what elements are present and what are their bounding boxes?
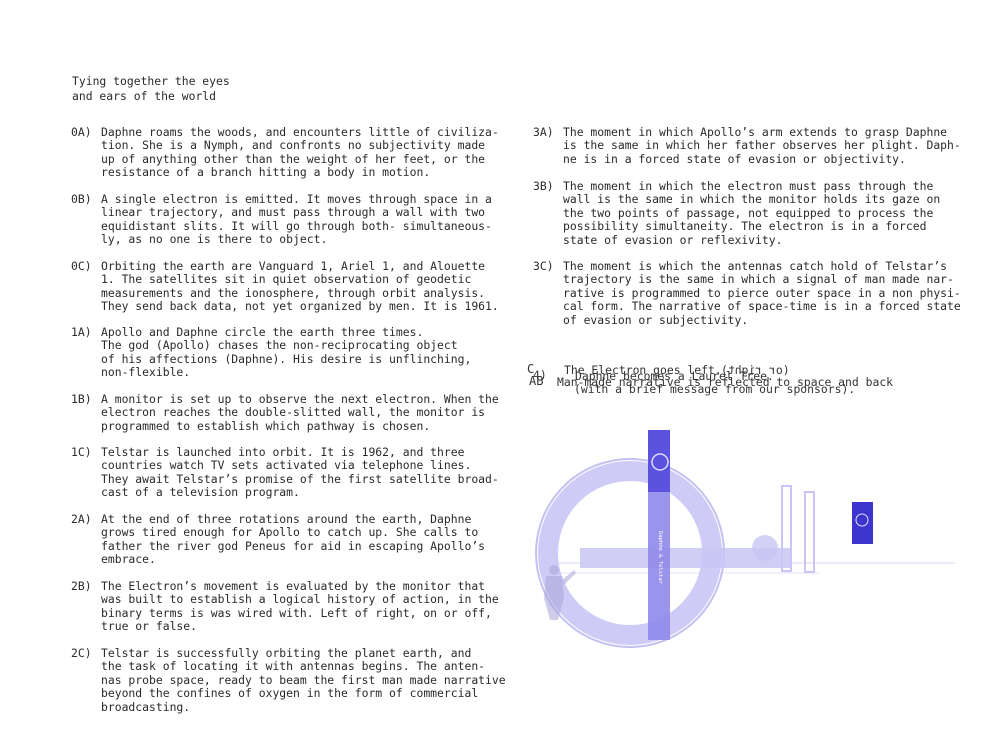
entry-label: 3B) <box>533 179 554 193</box>
entry-3c: 3C) The moment is which the antennas cat… <box>533 259 961 327</box>
entry-0c: 0C) Orbiting the earth are Vanguard 1, A… <box>71 259 499 314</box>
entry-text: A single electron is emitted. It moves t… <box>101 192 492 247</box>
entry-0b: 0B) A single electron is emitted. It mov… <box>71 192 492 247</box>
entry-1a: 1A) Apollo and Daphne circle the earth t… <box>71 325 472 380</box>
entry-text: Orbiting the earth are Vanguard 1, Ariel… <box>101 259 499 314</box>
entry-text: Telstar is successfully orbiting the pla… <box>101 646 506 714</box>
page-title: Tying together the eyes and ears of the … <box>72 74 230 103</box>
entry-3b: 3B) The moment in which the electron mus… <box>533 179 941 247</box>
entry-1c: 1C) Telstar is launched into orbit. It i… <box>71 445 499 500</box>
entry-label: 2C) <box>71 646 92 660</box>
entry-2b: 2B) The Electron’s movement is evaluated… <box>71 579 499 634</box>
entry-text: The moment is which the antennas catch h… <box>563 259 961 327</box>
entry-text: Telstar is launched into orbit. It is 19… <box>101 445 499 500</box>
entry-label: 1B) <box>71 392 92 406</box>
entry-2c: 2C) Telstar is successfully orbiting the… <box>71 646 506 714</box>
entry-label: 1C) <box>71 445 92 459</box>
entry-1b: 1B) A monitor is set up to observe the n… <box>71 392 499 433</box>
entry-text: Daphne roams the woods, and encounters l… <box>101 125 499 180</box>
entry-3a: 3A) The moment in which Apollo’s arm ext… <box>533 125 961 166</box>
entry-label: 0C) <box>71 259 92 273</box>
entry-label: 2B) <box>71 579 92 593</box>
overlay-label-ab: AB <box>529 374 544 388</box>
entry-label: 3A) <box>533 125 554 139</box>
small-disk <box>752 535 778 561</box>
entry-text: A monitor is set up to observe the next … <box>101 392 499 433</box>
illustration-satellite-figure: Daphne & Telstar <box>535 430 955 648</box>
entry-2a: 2A) At the end of three rotations around… <box>71 512 486 567</box>
panel-caption: Daphne & Telstar <box>657 531 663 585</box>
satellite-image-panel <box>852 502 873 544</box>
entry-text: The moment in which the electron must pa… <box>563 179 941 247</box>
entry-label: 1A) <box>71 325 92 339</box>
entry-label: 2A) <box>71 512 92 526</box>
entry-label: 0B) <box>71 192 92 206</box>
entry-label: 3C) <box>533 259 554 273</box>
entry-label: 0A) <box>71 125 92 139</box>
post-right <box>804 491 815 573</box>
overlay-sponsors-line: (with a brief message from our sponsors)… <box>574 382 856 396</box>
entry-text: At the end of three rotations around the… <box>101 512 486 567</box>
panel-image-top <box>648 430 670 492</box>
entry-text: The moment in which Apollo’s arm extends… <box>563 125 961 166</box>
entry-text: The Electron’s movement is evaluated by … <box>101 579 499 634</box>
entry-text: Apollo and Daphne circle the earth three… <box>101 325 472 380</box>
entry-0a: 0A) Daphne roams the woods, and encounte… <box>71 125 499 180</box>
